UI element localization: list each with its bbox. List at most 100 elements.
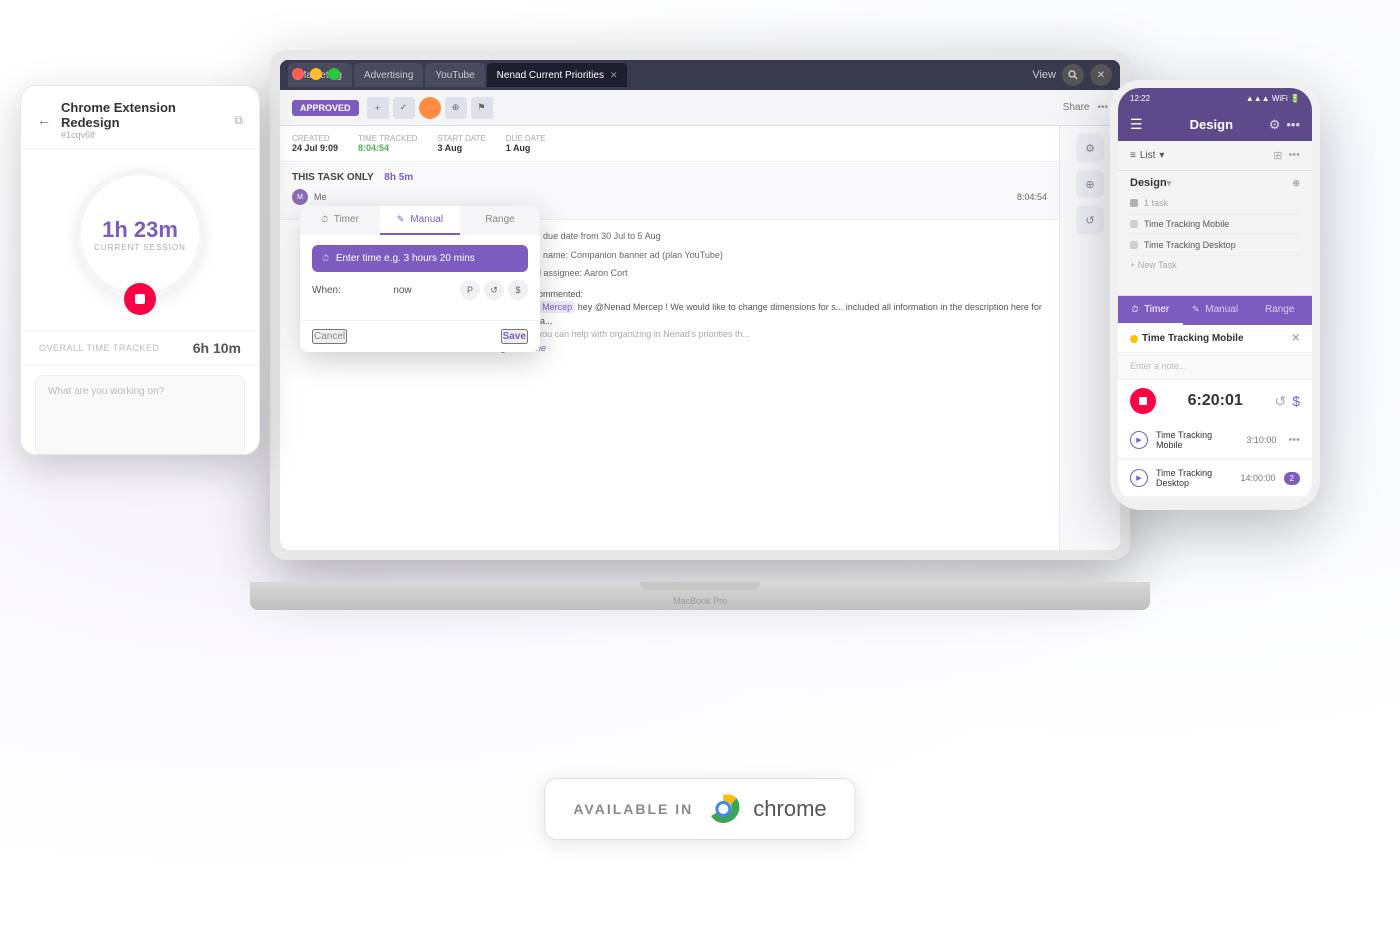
timer-dollar-icon[interactable]: $ bbox=[1292, 393, 1300, 410]
repeat-btn[interactable]: ↺ bbox=[484, 280, 504, 300]
tab-youtube[interactable]: YouTube bbox=[425, 63, 484, 87]
more-btn[interactable]: ⊕ bbox=[445, 97, 467, 119]
macbook-traffic-lights bbox=[292, 68, 340, 80]
activity-item-2: Aaron Cort changed name: Companion banne… bbox=[460, 249, 1047, 262]
time-input[interactable]: ⏱ Enter time e.g. 3 hours 20 mins bbox=[312, 245, 528, 272]
phone-signal: ▲▲▲ WiFi 🔋 bbox=[1246, 94, 1300, 103]
dollar-btn[interactable]: $ bbox=[508, 280, 528, 300]
search-btn[interactable] bbox=[1062, 64, 1084, 86]
tab-timer[interactable]: ⏱ Timer bbox=[300, 206, 380, 235]
tab-close-icon[interactable]: ✕ bbox=[610, 70, 618, 81]
browser-bar: Marketing Advertising YouTube Nenad Curr… bbox=[280, 60, 1120, 90]
overall-time: 6h 10m bbox=[193, 340, 241, 356]
play-icon[interactable]: ▶ bbox=[1130, 431, 1148, 449]
hamburger-icon[interactable]: ☰ bbox=[1130, 116, 1154, 133]
ext-note-input[interactable]: What are you working on? bbox=[35, 375, 245, 455]
view-btn[interactable]: View bbox=[1032, 69, 1056, 81]
sidebar-icon-3[interactable]: ↺ bbox=[1076, 206, 1104, 234]
timer-session-label: CURRENT SESSION bbox=[94, 243, 186, 252]
time-modal: ⏱ Timer ✎ Manual Range bbox=[300, 206, 540, 352]
tab-range[interactable]: Range bbox=[460, 206, 540, 235]
time-entry-row: M Me 8:04:54 bbox=[292, 189, 1047, 205]
task-header-actions: + ✓ ⊕ ⚑ bbox=[367, 97, 493, 119]
stop-button[interactable] bbox=[124, 283, 156, 315]
time-modal-footer: Cancel Save bbox=[300, 320, 540, 352]
approved-badge: APPROVED bbox=[292, 100, 359, 116]
tab-nenad[interactable]: Nenad Current Priorities ✕ bbox=[487, 63, 628, 87]
history-more-icon[interactable]: ••• bbox=[1288, 434, 1300, 446]
scene: Marketing Advertising YouTube Nenad Curr… bbox=[0, 0, 1400, 948]
task-header-right: Share ••• bbox=[1063, 102, 1108, 113]
list-label: ≡ List ▾ bbox=[1130, 150, 1164, 161]
chrome-label: chrome bbox=[753, 796, 826, 822]
stop-icon bbox=[135, 294, 145, 304]
add-btn[interactable]: + bbox=[367, 97, 389, 119]
traffic-red[interactable] bbox=[292, 68, 304, 80]
external-link-icon[interactable]: ⧉ bbox=[234, 113, 243, 128]
macbook-label: MacBook Pro bbox=[673, 596, 727, 606]
sidebar-icon-2[interactable]: ⊕ bbox=[1076, 170, 1104, 198]
phone-list-header: ≡ List ▾ ⊞ ••• bbox=[1118, 141, 1312, 171]
phone-timer-section: ⏱ Timer ✎ Manual Range Time Tracking Mob… bbox=[1118, 295, 1312, 502]
ext-overall: OVERALL TIME TRACKED 6h 10m bbox=[21, 331, 259, 365]
meta-created: CREATED 24 Jul 9:09 bbox=[292, 134, 338, 153]
task-close-icon[interactable]: ✕ bbox=[1292, 333, 1300, 344]
selected-task-label: Time Tracking Mobile bbox=[1130, 333, 1244, 344]
tab-manual[interactable]: ✎ Manual bbox=[380, 206, 460, 235]
browser-content: APPROVED + ✓ ⊕ ⚑ Share ••• bbox=[280, 90, 1120, 550]
phone-tab-manual[interactable]: ✎ Manual bbox=[1183, 296, 1248, 325]
phone-tab-range[interactable]: Range bbox=[1247, 296, 1312, 325]
available-in-text: AVAILABLE IN bbox=[573, 801, 693, 817]
phone-settings-icon[interactable]: ⚙ bbox=[1269, 117, 1281, 133]
more-options[interactable]: ••• bbox=[1097, 102, 1108, 113]
time-when-btns: P ↺ $ bbox=[460, 280, 528, 300]
phone-task-select[interactable]: Time Tracking Mobile ✕ bbox=[1118, 325, 1312, 353]
ext-title-block: Chrome Extension Redesign #1cqv6lf bbox=[61, 100, 234, 140]
flag-btn[interactable]: ⚑ bbox=[471, 97, 493, 119]
traffic-green[interactable] bbox=[328, 68, 340, 80]
mobile-phone: 12:22 ▲▲▲ WiFi 🔋 ☰ Design ⚙ ••• ≡ List bbox=[1110, 80, 1320, 510]
browser-tabs: Marketing Advertising YouTube Nenad Curr… bbox=[288, 63, 1020, 87]
comment-block: Aaron Cort commented: hey @Nenad Mercep … bbox=[460, 288, 1047, 356]
task-status-dot bbox=[1130, 241, 1138, 249]
phone-section-title: Design ▾ ⊕ bbox=[1130, 177, 1300, 189]
cancel-button[interactable]: Cancel bbox=[312, 329, 347, 344]
phone-stop-button[interactable] bbox=[1130, 388, 1156, 414]
phone-timer-icons: ↺ $ bbox=[1274, 393, 1300, 410]
ext-subtitle: #1cqv6lf bbox=[61, 130, 234, 140]
play-icon[interactable]: ▶ bbox=[1130, 469, 1148, 487]
macbook-screen-inner: Marketing Advertising YouTube Nenad Curr… bbox=[280, 60, 1120, 550]
phone-menu-icon[interactable]: ••• bbox=[1286, 117, 1300, 133]
task-status-dot bbox=[1130, 220, 1138, 228]
close-btn[interactable]: ✕ bbox=[1090, 64, 1112, 86]
phone-task-item-2[interactable]: Time Tracking Desktop bbox=[1130, 235, 1300, 256]
more-icon[interactable]: ••• bbox=[1288, 149, 1300, 162]
filter-icon[interactable]: ⊞ bbox=[1273, 149, 1282, 162]
section-chevron: ▾ bbox=[1167, 178, 1172, 189]
phone-task-item-1[interactable]: Time Tracking Mobile bbox=[1130, 214, 1300, 235]
person-btn[interactable]: P bbox=[460, 280, 480, 300]
chrome-available-badge[interactable]: AVAILABLE IN chrome bbox=[544, 778, 855, 840]
task-header: APPROVED + ✓ ⊕ ⚑ Share ••• bbox=[280, 90, 1120, 126]
phone-tab-timer[interactable]: ⏱ Timer bbox=[1118, 296, 1183, 325]
phone-note-input[interactable]: Enter a note... bbox=[1118, 353, 1312, 380]
phone-task-item-0[interactable]: 1 task bbox=[1130, 193, 1300, 214]
tab-advertising[interactable]: Advertising bbox=[354, 63, 423, 87]
stop-icon bbox=[1139, 397, 1147, 405]
task-meta-bar: CREATED 24 Jul 9:09 TIME TRACKED 8:04:54… bbox=[280, 126, 1059, 162]
back-icon[interactable]: ← bbox=[37, 112, 51, 128]
meta-time-tracked: TIME TRACKED 8:04:54 bbox=[358, 134, 417, 153]
task-main: CREATED 24 Jul 9:09 TIME TRACKED 8:04:54… bbox=[280, 126, 1060, 550]
meta-start-date: START DATE 3 Aug bbox=[437, 134, 485, 153]
check-btn[interactable]: ✓ bbox=[393, 97, 415, 119]
save-button[interactable]: Save bbox=[501, 329, 528, 344]
sidebar-icon-1[interactable]: ⚙ bbox=[1076, 134, 1104, 162]
phone-time: 12:22 bbox=[1130, 94, 1150, 103]
traffic-yellow[interactable] bbox=[310, 68, 322, 80]
share-btn[interactable]: Share bbox=[1063, 102, 1090, 113]
assignee-avatar bbox=[419, 97, 441, 119]
phone-timer-running: 6:20:01 ↺ $ bbox=[1118, 380, 1312, 422]
phone-body: ≡ List ▾ ⊞ ••• Design ▾ ⊕ bbox=[1118, 141, 1312, 295]
new-task-btn[interactable]: + New Task bbox=[1130, 256, 1300, 274]
timer-refresh-icon[interactable]: ↺ bbox=[1274, 393, 1286, 410]
